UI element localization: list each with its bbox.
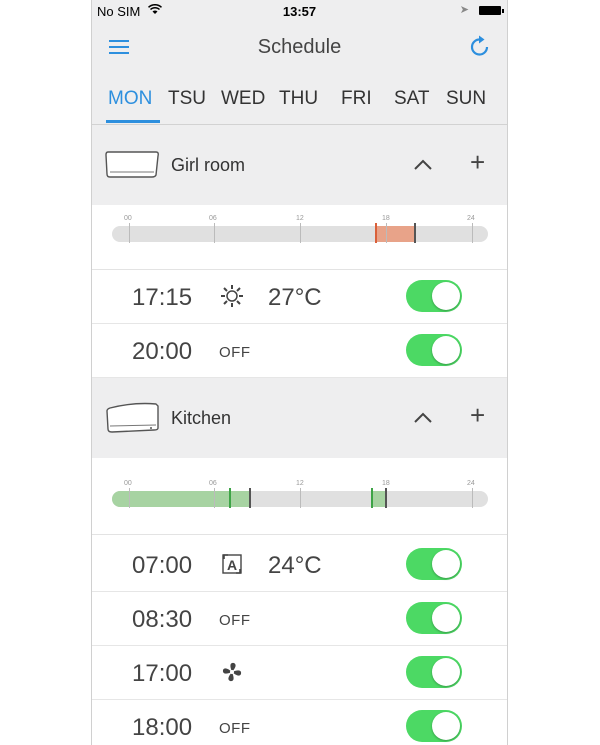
timeline-girl-room: 00 06 12 18 24 <box>92 205 507 270</box>
tab-fri[interactable]: FRI <box>341 88 372 110</box>
tab-sat[interactable]: SAT <box>394 88 430 110</box>
group-name: Girl room <box>171 155 246 175</box>
schedule-row: 07:00 A 24°C <box>92 538 507 592</box>
tab-thu[interactable]: THU <box>279 88 318 110</box>
schedule-time: 08:30 <box>132 606 193 633</box>
timeline-hour-label: 18 <box>382 480 390 487</box>
timeline-segment <box>375 226 415 242</box>
schedule-toggle[interactable] <box>406 548 462 580</box>
fan-icon <box>219 659 245 685</box>
app-screen: No SIM 13:57 ➤ Schedule MON TSU WED THU … <box>91 0 508 745</box>
group-header-girl-room[interactable]: Girl room + <box>92 125 507 205</box>
timeline-marker <box>385 488 387 508</box>
add-schedule-button[interactable]: + <box>470 402 485 428</box>
location-icon: ➤ <box>459 4 469 16</box>
schedule-row: 18:00 OFF <box>92 700 507 745</box>
schedule-time: 17:15 <box>132 284 193 311</box>
schedule-time: 17:00 <box>132 660 193 687</box>
schedule-row: 20:00 OFF <box>92 324 507 378</box>
schedule-temp: 24°C <box>268 552 322 579</box>
chevron-up-icon[interactable] <box>412 157 434 173</box>
timeline-marker <box>375 223 377 243</box>
mode-off-label: OFF <box>219 612 251 629</box>
tab-mon[interactable]: MON <box>108 88 152 110</box>
chevron-up-icon[interactable] <box>412 410 434 426</box>
active-tab-indicator <box>106 120 160 123</box>
schedule-row: 17:15 27°C <box>92 270 507 324</box>
schedule-temp: 27°C <box>268 284 322 311</box>
timeline-hour-label: 24 <box>467 480 475 487</box>
schedule-row: 08:30 OFF <box>92 592 507 646</box>
mode-off-label: OFF <box>219 344 251 361</box>
schedule-time: 07:00 <box>132 552 193 579</box>
page-title: Schedule <box>257 36 342 58</box>
timeline-marker <box>414 223 416 243</box>
timeline-hour-label: 24 <box>467 215 475 222</box>
sun-icon <box>219 283 245 309</box>
schedule-row: 17:00 <box>92 646 507 700</box>
timeline-marker <box>371 488 373 508</box>
day-tabs: MON TSU WED THU FRI SAT SUN <box>92 72 507 125</box>
schedule-toggle[interactable] <box>406 334 462 366</box>
timeline-marker <box>229 488 231 508</box>
group-header-kitchen[interactable]: Kitchen + <box>92 378 507 458</box>
tab-tsu[interactable]: TSU <box>168 88 206 110</box>
schedule-toggle[interactable] <box>406 710 462 742</box>
svg-text:A: A <box>227 557 237 573</box>
group-name: Kitchen <box>171 408 232 428</box>
air-conditioner-icon <box>104 149 160 184</box>
schedule-toggle[interactable] <box>406 602 462 634</box>
timeline-hour-label: 06 <box>209 215 217 222</box>
auto-mode-icon: A <box>219 551 245 577</box>
schedule-toggle[interactable] <box>406 656 462 688</box>
nav-bar: Schedule <box>92 22 507 72</box>
add-schedule-button[interactable]: + <box>470 149 485 175</box>
tab-wed[interactable]: WED <box>221 88 265 110</box>
timeline-marker <box>249 488 251 508</box>
mode-off-label: OFF <box>219 720 251 737</box>
schedule-time: 20:00 <box>132 338 193 365</box>
tab-sun[interactable]: SUN <box>446 88 486 110</box>
timeline-hour-label: 12 <box>296 215 304 222</box>
air-conditioner-icon <box>104 402 160 439</box>
refresh-icon[interactable] <box>468 34 492 58</box>
schedule-toggle[interactable] <box>406 280 462 312</box>
timeline-hour-label: 00 <box>124 215 132 222</box>
schedule-time: 18:00 <box>132 714 193 741</box>
timeline-hour-label: 06 <box>209 480 217 487</box>
timeline-hour-label: 12 <box>296 480 304 487</box>
battery-icon <box>479 6 504 15</box>
status-bar: No SIM 13:57 ➤ <box>92 0 507 22</box>
status-time: 13:57 <box>282 4 317 19</box>
timeline-hour-label: 00 <box>124 480 132 487</box>
timeline-kitchen: 00 06 12 18 24 <box>92 470 507 535</box>
timeline-hour-label: 18 <box>382 215 390 222</box>
